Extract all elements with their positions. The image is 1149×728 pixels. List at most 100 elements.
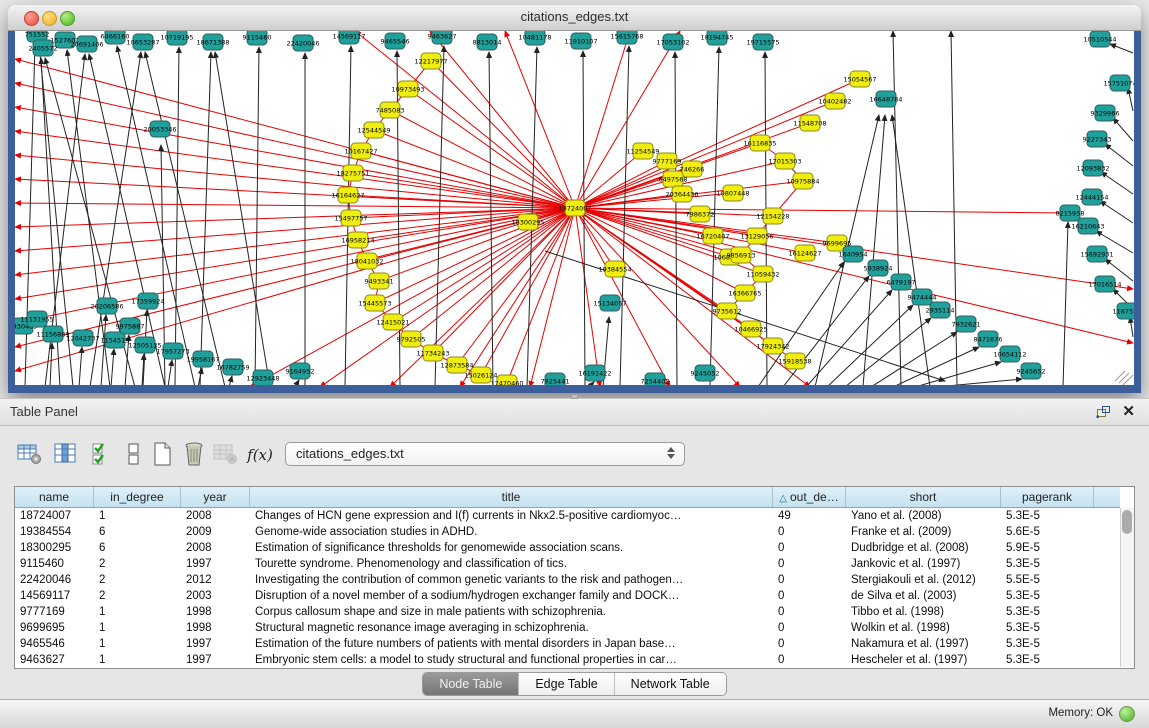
table-cell[interactable]: 2003 — [181, 588, 250, 604]
table-cell[interactable]: Structural magnetic resonance image aver… — [250, 620, 773, 636]
graph-edge[interactable] — [893, 31, 901, 385]
tab-node-table[interactable]: Node Table — [423, 673, 519, 695]
graph-edge[interactable] — [457, 208, 575, 365]
table-selector[interactable]: citations_edges.txt — [285, 442, 685, 466]
graph-edge[interactable] — [575, 208, 1133, 343]
table-row[interactable]: 1830029562008Estimation of significance … — [15, 540, 1120, 556]
table-row[interactable]: 946362711997Embryonic stem cells: a mode… — [15, 652, 1120, 668]
graph-edge[interactable] — [1063, 222, 1068, 385]
table-cell[interactable]: 2 — [94, 572, 181, 588]
graph-edge[interactable] — [1100, 201, 1133, 223]
graph-edge[interactable] — [295, 380, 299, 385]
table-cell[interactable]: 5.3E-5 — [1001, 652, 1094, 668]
graph-edge[interactable] — [430, 31, 575, 208]
table-cell[interactable]: 9777169 — [15, 604, 94, 620]
graph-edge[interactable] — [111, 349, 114, 385]
table-cell[interactable]: 22420046 — [15, 572, 94, 588]
window-titlebar[interactable]: citations_edges.txt — [8, 5, 1141, 31]
table-cell[interactable]: 1997 — [181, 652, 250, 668]
table-cell[interactable]: 1 — [94, 652, 181, 668]
graph-edge[interactable] — [1113, 118, 1133, 141]
table-cell[interactable]: Stergiakouli et al. (2012) — [846, 572, 1001, 588]
graph-edge[interactable] — [355, 31, 575, 208]
table-cell[interactable]: 2008 — [181, 540, 250, 556]
graph-edge[interactable] — [374, 130, 575, 208]
graph-edge[interactable] — [1101, 172, 1133, 194]
graph-edge[interactable] — [1130, 317, 1133, 337]
table-cell[interactable]: 18300295 — [15, 540, 94, 556]
table-row[interactable]: 1872400712008Changes of HCN gene express… — [15, 508, 1120, 524]
table-cell[interactable]: 49 — [773, 508, 846, 524]
graph-edge[interactable] — [255, 47, 259, 385]
table-cell[interactable]: 5.9E-5 — [1001, 540, 1094, 556]
graph-edge[interactable] — [145, 52, 225, 385]
table-cell[interactable]: 0 — [773, 620, 846, 636]
table-settings-button[interactable] — [14, 438, 46, 472]
table-cell[interactable]: 0 — [773, 540, 846, 556]
graph-edge[interactable] — [575, 208, 600, 385]
table-cell[interactable]: Estimation of the future numbers of pati… — [250, 636, 773, 652]
column-header-in-degree[interactable]: in_degree — [94, 487, 181, 507]
table-cell[interactable]: 2008 — [181, 508, 250, 524]
table-cell[interactable]: Changes of HCN gene expression and I(f) … — [250, 508, 773, 524]
table-cell[interactable]: Genome-wide association studies in ADHD. — [250, 524, 773, 540]
table-cell[interactable]: Tibbo et al. (1998) — [846, 604, 1001, 620]
table-cell[interactable]: 0 — [773, 636, 846, 652]
table-cell[interactable]: Estimation of significance thresholds fo… — [250, 540, 773, 556]
graph-edge[interactable] — [175, 47, 179, 385]
table-cell[interactable]: Hescheler et al. (1997) — [846, 652, 1001, 668]
table-row[interactable]: 946554611997Estimation of the future num… — [15, 636, 1120, 652]
table-cell[interactable]: 0 — [773, 524, 846, 540]
table-cell[interactable]: 2009 — [181, 524, 250, 540]
column-header-out-de-[interactable]: △out_de… — [773, 487, 846, 507]
graph-edge[interactable] — [433, 208, 575, 353]
table-row[interactable]: 969969511998Structural magnetic resonanc… — [15, 620, 1120, 636]
table-cell[interactable]: 5.3E-5 — [1001, 588, 1094, 604]
table-row[interactable]: 977716911998Corpus callosum shape and si… — [15, 604, 1120, 620]
graph-edge[interactable] — [589, 382, 594, 385]
graph-edge[interactable] — [460, 208, 575, 385]
table-cell[interactable]: 1998 — [181, 620, 250, 636]
table-row[interactable]: 1456911722003Disruption of a novel membe… — [15, 588, 1120, 604]
graph-edge[interactable] — [411, 208, 575, 339]
table-cell[interactable]: 2 — [94, 588, 181, 604]
table-cell[interactable]: 1 — [94, 620, 181, 636]
table-cell[interactable]: 0 — [773, 588, 846, 604]
graph-edge[interactable] — [89, 54, 165, 385]
graph-edge[interactable] — [575, 151, 643, 208]
table-cell[interactable]: 1997 — [181, 556, 250, 572]
tab-network-table[interactable]: Network Table — [615, 673, 726, 695]
table-cell[interactable]: Franke et al. (2009) — [846, 524, 1001, 540]
splitter-handle[interactable] — [566, 393, 582, 398]
table-cell[interactable]: Jankovic et al. (1997) — [846, 556, 1001, 572]
table-cell[interactable]: 5.3E-5 — [1001, 604, 1094, 620]
graph-edge[interactable] — [168, 360, 172, 385]
table-cell[interactable]: 1 — [94, 604, 181, 620]
table-row[interactable]: 2242004622012Investigating the contribut… — [15, 572, 1120, 588]
table-row[interactable]: 911546021997Tourette syndrome. Phenomeno… — [15, 556, 1120, 572]
table-cell[interactable]: 2012 — [181, 572, 250, 588]
network-canvas[interactable]: 1872400718300295193845541125454997771697… — [15, 31, 1134, 385]
graph-edge[interactable] — [507, 208, 575, 383]
graph-edge[interactable] — [936, 379, 1022, 385]
table-cell[interactable]: 0 — [773, 572, 846, 588]
table-cell[interactable]: 5.5E-5 — [1001, 572, 1094, 588]
table-cell[interactable]: Nakamura et al. (1997) — [846, 636, 1001, 652]
table-cell[interactable]: 9465546 — [15, 636, 94, 652]
table-cell[interactable]: Yano et al. (2008) — [846, 508, 1001, 524]
table-cell[interactable]: Investigating the contribution of common… — [250, 572, 773, 588]
tab-edge-table[interactable]: Edge Table — [519, 673, 614, 695]
table-cell[interactable]: 5.6E-5 — [1001, 524, 1094, 540]
graph-edge[interactable] — [229, 376, 232, 385]
graph-edge[interactable] — [505, 31, 575, 208]
table-cell[interactable]: Embryonic stem cells: a model to study s… — [250, 652, 773, 668]
table-cell[interactable]: Dudbridge et al. (2008) — [846, 540, 1001, 556]
table-scrollbar[interactable] — [1120, 508, 1134, 667]
graph-edge[interactable] — [1128, 88, 1133, 111]
select-all-button[interactable] — [86, 438, 118, 472]
table-cell[interactable]: 1 — [94, 636, 181, 652]
column-header-short[interactable]: short — [846, 487, 1001, 507]
graph-edge[interactable] — [50, 343, 52, 385]
table-cell[interactable]: 0 — [773, 652, 846, 668]
close-panel-icon[interactable]: ✕ — [1122, 402, 1135, 420]
